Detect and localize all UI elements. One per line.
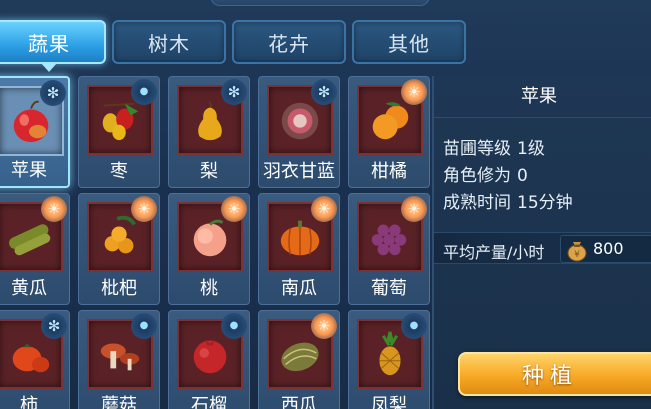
water-drop-icon: ● — [131, 79, 157, 105]
top-ornament — [210, 0, 430, 6]
seed-item-label: 西瓜 — [281, 395, 317, 409]
nursery-level-value: 1级 — [517, 139, 545, 159]
seed-item[interactable]: ☀ 柑橘 — [348, 76, 430, 188]
water-drop-icon: ● — [401, 313, 427, 339]
seed-item-label: 葡萄 — [371, 278, 407, 299]
water-drop-icon: ● — [131, 313, 157, 339]
plant-button[interactable]: 种植 — [458, 352, 651, 396]
cultivation-label: 角色修为 — [443, 166, 511, 186]
snowflake-icon: ✻ — [221, 79, 247, 105]
sun-icon: ☀ — [131, 196, 157, 222]
cultivation-value: 0 — [517, 166, 528, 186]
seed-item[interactable]: ● 凤梨 — [348, 310, 430, 409]
seed-item[interactable]: ● 枣 — [78, 76, 160, 188]
seed-item[interactable]: ☀ 枇杷 — [78, 193, 160, 305]
seed-item[interactable]: ● 蘑菇 — [78, 310, 160, 409]
seed-item-label: 黄瓜 — [11, 278, 47, 299]
seed-item-label: 石榴 — [191, 395, 227, 409]
sun-icon: ☀ — [311, 313, 337, 339]
seed-item-label: 梨 — [200, 161, 218, 182]
seed-item-label: 柿 — [20, 395, 38, 409]
tab-trees[interactable]: 树木 — [112, 20, 226, 64]
seed-item[interactable]: ✻ 苹果 — [0, 76, 70, 188]
yield-label: 平均产量/小时 — [443, 243, 545, 262]
mature-time-row: 成熟时间 15分钟 — [443, 188, 573, 213]
seed-item[interactable]: ✻ 梨 — [168, 76, 250, 188]
seed-item[interactable]: ● 石榴 — [168, 310, 250, 409]
snowflake-icon: ✻ — [40, 80, 66, 106]
seed-item-label: 南瓜 — [281, 278, 317, 299]
nursery-level-label: 苗圃等级 — [443, 139, 511, 159]
seed-item-label: 枣 — [110, 161, 128, 182]
snowflake-icon: ✻ — [311, 79, 337, 105]
mature-time-label: 成熟时间 — [443, 193, 511, 213]
seed-item[interactable]: ☀ 西瓜 — [258, 310, 340, 409]
yield-box: ¥ 800 — [560, 235, 651, 263]
sun-icon: ☀ — [311, 196, 337, 222]
sun-icon: ☀ — [401, 79, 427, 105]
seed-item[interactable]: ✻ 柿 — [0, 310, 70, 409]
seed-item-label: 桃 — [200, 278, 218, 299]
snowflake-icon: ✻ — [41, 313, 67, 339]
detail-title: 苹果 — [434, 76, 651, 118]
money-bag-icon: ¥ — [567, 242, 587, 262]
seed-item[interactable]: ☀ 南瓜 — [258, 193, 340, 305]
nursery-level-row: 苗圃等级 1级 — [443, 134, 545, 159]
seed-item[interactable]: ☀ 葡萄 — [348, 193, 430, 305]
tab-fruits-vegetables[interactable]: 蔬果 — [0, 20, 106, 72]
seed-item-label: 苹果 — [11, 160, 47, 181]
seed-item[interactable]: ☀ 桃 — [168, 193, 250, 305]
sun-icon: ☀ — [41, 196, 67, 222]
seed-item-label: 凤梨 — [371, 395, 407, 409]
seed-item-label: 蘑菇 — [101, 395, 137, 409]
seed-item[interactable]: ☀ 黄瓜 — [0, 193, 70, 305]
water-drop-icon: ● — [221, 313, 247, 339]
seed-item-label: 枇杷 — [101, 278, 137, 299]
yield-value: 800 — [593, 239, 624, 258]
mature-time-value: 15分钟 — [517, 193, 573, 213]
sun-icon: ☀ — [221, 196, 247, 222]
sun-icon: ☀ — [401, 196, 427, 222]
tab-flowers[interactable]: 花卉 — [232, 20, 346, 64]
cultivation-row: 角色修为 0 — [443, 161, 528, 186]
seed-item-label: 羽衣甘蓝 — [263, 161, 335, 182]
svg-text:¥: ¥ — [574, 250, 580, 260]
seed-item[interactable]: ✻ 羽衣甘蓝 — [258, 76, 340, 188]
seed-grid: ✻ 苹果 ● 枣 ✻ 梨 ✻ 羽衣甘蓝 ☀ 柑橘 ☀ 黄瓜 ☀ 枇杷 ☀ 桃 ☀ 南瓜 ☀ 葡萄 ✻ 柿 ● 蘑菇 ● 石榴 ☀ 西瓜… — [0, 76, 430, 409]
yield-row: 平均产量/小时 ¥ 800 — [434, 232, 651, 264]
tab-others[interactable]: 其他 — [352, 20, 466, 64]
seed-item-label: 柑橘 — [371, 161, 407, 182]
